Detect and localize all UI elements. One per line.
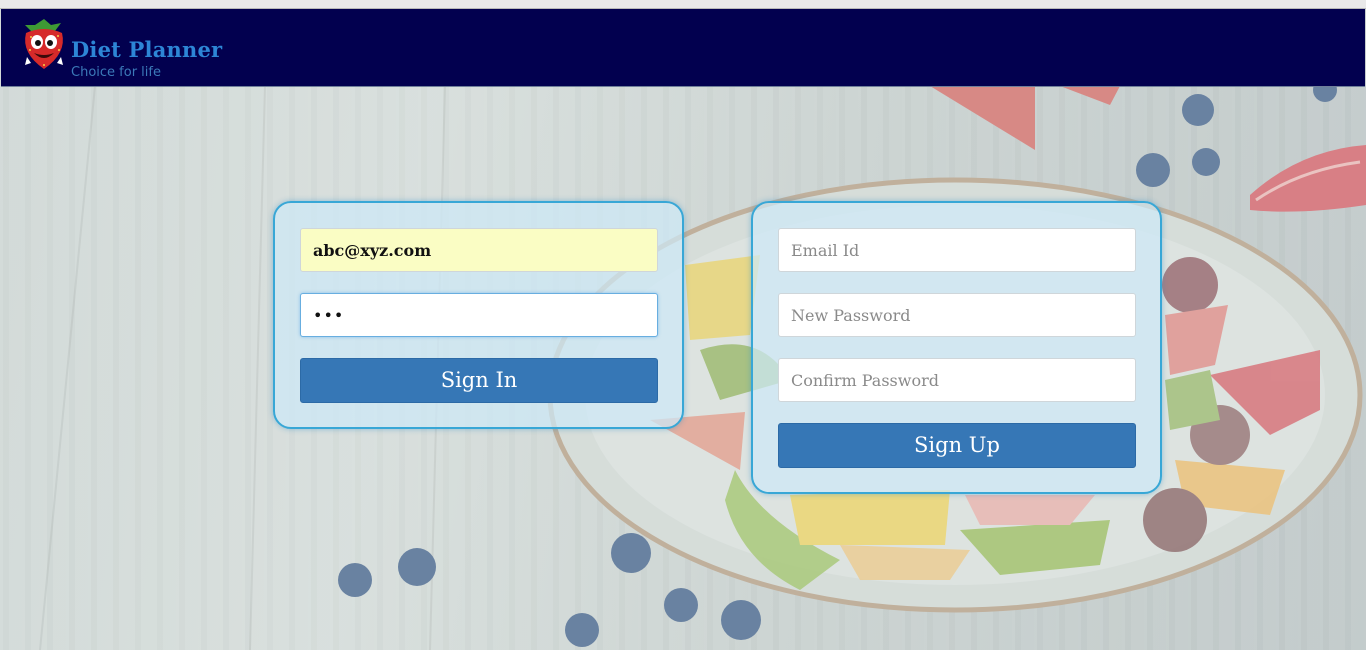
site-header: Diet Planner Choice for life — [1, 9, 1365, 87]
signup-card: Sign Up — [751, 201, 1162, 494]
logo[interactable]: Diet Planner Choice for life — [21, 17, 241, 80]
browser-top-strip — [0, 0, 1366, 9]
signin-button[interactable]: Sign In — [300, 358, 658, 403]
strawberry-mascot-icon — [25, 19, 63, 69]
brand-name: Diet Planner — [71, 37, 223, 62]
signup-confirm-password-field[interactable] — [778, 358, 1136, 402]
signin-card: Sign In — [273, 201, 684, 429]
signup-new-password-field[interactable] — [778, 293, 1136, 337]
brand-tagline: Choice for life — [71, 65, 161, 80]
signup-email-field[interactable] — [778, 228, 1136, 272]
signin-email-field[interactable] — [300, 228, 658, 272]
signin-password-field[interactable] — [300, 293, 658, 337]
signup-button[interactable]: Sign Up — [778, 423, 1136, 468]
